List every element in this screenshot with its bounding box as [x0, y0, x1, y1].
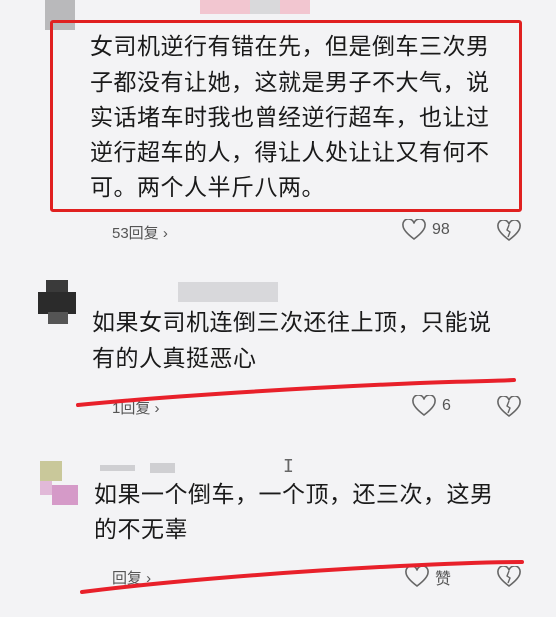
- comment-3-line-2: 的不无辜: [94, 517, 188, 543]
- heart-icon: [405, 566, 429, 588]
- dislike-button[interactable]: [497, 396, 521, 418]
- heart-icon: [402, 219, 426, 241]
- reply-button[interactable]: 53回复 ›: [112, 222, 168, 243]
- avatar: [38, 280, 82, 324]
- like-button[interactable]: 6: [412, 395, 451, 417]
- comment-1-line-5: 可。两个人半斤八两。: [90, 175, 325, 201]
- comment-1-line-1: 女司机逆行有错在先，但是倒车三次男: [90, 34, 490, 60]
- comment-1: 女司机逆行有错在先，但是倒车三次男 子都没有让她，这就是男子不大气，说 实话堵车…: [0, 0, 556, 250]
- comment-2-line-1: 如果女司机连倒三次还往上顶，只能说: [92, 310, 492, 336]
- broken-heart-icon: [497, 220, 521, 242]
- comment-1-line-3: 实话堵车时我也曾经逆行超车，也让过: [90, 105, 490, 131]
- username-blur-2: [150, 463, 175, 473]
- like-button[interactable]: 赞: [405, 565, 451, 589]
- reply-button[interactable]: 1回复 ›: [112, 397, 160, 418]
- comment-1-line-4: 逆行超车的人，得让人处让让又有何不: [90, 140, 490, 166]
- comment-3-line-1: 如果一个倒车，一个顶，还三次，这男: [94, 482, 494, 508]
- username-blur: [100, 465, 135, 471]
- broken-heart-icon: [497, 566, 521, 588]
- comment-2-line-2: 有的人真挺恶心: [92, 346, 257, 372]
- dislike-button[interactable]: [497, 566, 521, 588]
- like-button[interactable]: 98: [402, 219, 450, 241]
- comment-3: 如果一个倒车，一个顶，还三次，这男 的不无辜 回复 › 赞: [0, 455, 556, 615]
- comment-2: 如果女司机连倒三次还往上顶，只能说 有的人真挺恶心 1回复 › 6: [0, 270, 556, 440]
- like-count: 赞: [435, 571, 452, 588]
- reply-button[interactable]: 回复 ›: [112, 567, 151, 588]
- username-blur: [178, 282, 278, 302]
- like-count: 98: [432, 221, 450, 238]
- broken-heart-icon: [497, 396, 521, 418]
- dislike-button[interactable]: [497, 220, 521, 242]
- comment-1-line-2: 子都没有让她，这就是男子不大气，说: [90, 70, 490, 96]
- heart-icon: [412, 395, 436, 417]
- avatar: [40, 461, 80, 511]
- text-cursor-icon: I: [283, 456, 294, 477]
- like-count: 6: [442, 397, 451, 414]
